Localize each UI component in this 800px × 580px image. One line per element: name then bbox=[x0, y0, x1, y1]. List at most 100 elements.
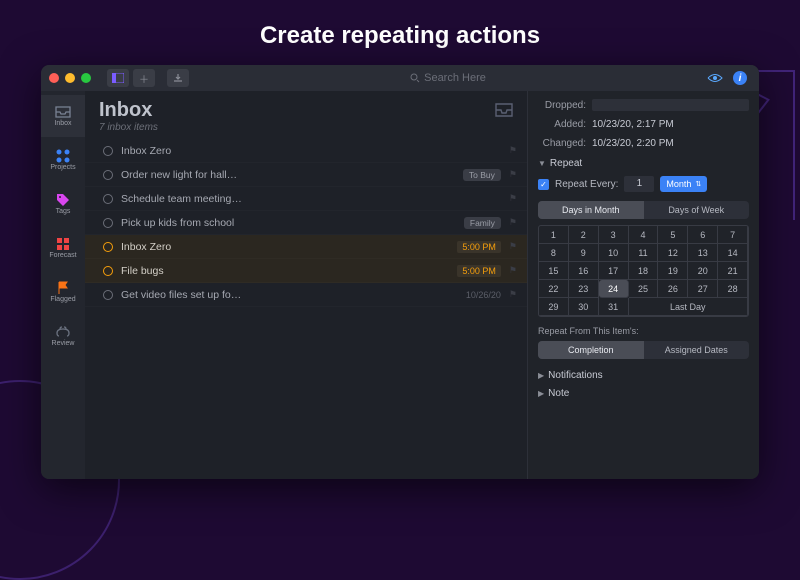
calendar-day[interactable]: 2 bbox=[569, 226, 599, 244]
chevron-updown-icon: ⇅ bbox=[695, 180, 701, 188]
calendar-day[interactable]: 25 bbox=[629, 280, 659, 298]
disclosure-triangle-icon: ▼ bbox=[538, 159, 546, 168]
task-checkbox[interactable] bbox=[103, 194, 113, 204]
calendar-day[interactable]: 7 bbox=[718, 226, 748, 244]
calendar-day[interactable]: 4 bbox=[629, 226, 659, 244]
task-row[interactable]: Schedule team meeting…⚑ bbox=[85, 187, 527, 211]
task-row[interactable]: Order new light for hall…To Buy⚑ bbox=[85, 163, 527, 187]
task-checkbox[interactable] bbox=[103, 242, 113, 252]
calendar-day[interactable]: 30 bbox=[569, 298, 599, 316]
eye-icon bbox=[707, 73, 723, 83]
task-title: Order new light for hall… bbox=[121, 169, 455, 181]
calendar-day[interactable]: 1 bbox=[539, 226, 569, 244]
view-options-button[interactable] bbox=[707, 73, 723, 83]
toolbar-quick-entry[interactable] bbox=[167, 69, 189, 87]
sidebar-item-review[interactable]: Review bbox=[41, 315, 85, 357]
calendar-day[interactable]: 6 bbox=[688, 226, 718, 244]
task-title: Inbox Zero bbox=[121, 145, 501, 157]
maximize-window[interactable] bbox=[81, 73, 91, 83]
inspector-toggle[interactable]: i bbox=[733, 71, 747, 85]
calendar-day[interactable]: 20 bbox=[688, 262, 718, 280]
calendar-day[interactable]: 12 bbox=[658, 244, 688, 262]
flag-icon[interactable]: ⚑ bbox=[509, 289, 517, 300]
calendar-day[interactable]: 17 bbox=[599, 262, 629, 280]
calendar-day[interactable]: 15 bbox=[539, 262, 569, 280]
task-row[interactable]: Pick up kids from schoolFamily⚑ bbox=[85, 211, 527, 235]
sidebar-item-inbox[interactable]: Inbox bbox=[41, 95, 85, 137]
calendar-day[interactable]: 18 bbox=[629, 262, 659, 280]
minimize-window[interactable] bbox=[65, 73, 75, 83]
calendar-day[interactable]: 26 bbox=[658, 280, 688, 298]
calendar-day[interactable]: 11 bbox=[629, 244, 659, 262]
calendar-day[interactable]: 10 bbox=[599, 244, 629, 262]
task-row[interactable]: Inbox Zero ⚑ bbox=[85, 139, 527, 163]
calendar-day[interactable]: 23 bbox=[569, 280, 599, 298]
sidebar-item-forecast[interactable]: Forecast bbox=[41, 227, 85, 269]
flag-icon[interactable]: ⚑ bbox=[509, 145, 517, 156]
notifications-section-header[interactable]: ▶ Notifications bbox=[538, 370, 749, 381]
repeat-unit-select[interactable]: Month⇅ bbox=[660, 176, 707, 192]
month-days-grid: 1234567891011121314151617181920212223242… bbox=[538, 225, 749, 317]
calendar-day[interactable]: 5 bbox=[658, 226, 688, 244]
forecast-icon bbox=[54, 237, 72, 251]
added-label: Added: bbox=[538, 119, 586, 130]
task-row[interactable]: Inbox Zero 5:00 PM ⚑ bbox=[85, 235, 527, 259]
seg-assigned-dates[interactable]: Assigned Dates bbox=[644, 341, 750, 359]
note-section-header[interactable]: ▶ Note bbox=[538, 388, 749, 399]
sidebar-item-tags[interactable]: Tags bbox=[41, 183, 85, 225]
calendar-day[interactable]: 3 bbox=[599, 226, 629, 244]
task-due: 5:00 PM bbox=[457, 241, 501, 253]
calendar-day[interactable]: 14 bbox=[718, 244, 748, 262]
toolbar-sidebar-toggle[interactable] bbox=[107, 69, 129, 87]
flag-icon[interactable]: ⚑ bbox=[509, 169, 517, 180]
calendar-day[interactable]: 13 bbox=[688, 244, 718, 262]
calendar-day[interactable]: 16 bbox=[569, 262, 599, 280]
task-row[interactable]: File bugs5:00 PM⚑ bbox=[85, 259, 527, 283]
calendar-day[interactable]: 22 bbox=[539, 280, 569, 298]
seg-days-of-week[interactable]: Days of Week bbox=[644, 201, 750, 219]
calendar-day[interactable]: 31 bbox=[599, 298, 629, 316]
seg-completion[interactable]: Completion bbox=[538, 341, 644, 359]
search-field[interactable]: Search Here bbox=[410, 72, 486, 84]
sidebar-label: Review bbox=[52, 340, 75, 347]
repeat-from-segmented: Completion Assigned Dates bbox=[538, 341, 749, 359]
page-heading: Create repeating actions bbox=[0, 22, 800, 50]
calendar-day[interactable]: 28 bbox=[718, 280, 748, 298]
task-title: Inbox Zero bbox=[121, 241, 449, 253]
calendar-day[interactable]: 9 bbox=[569, 244, 599, 262]
calendar-day[interactable]: 8 bbox=[539, 244, 569, 262]
seg-days-in-month[interactable]: Days in Month bbox=[538, 201, 644, 219]
calendar-day[interactable]: 29 bbox=[539, 298, 569, 316]
task-checkbox[interactable] bbox=[103, 266, 113, 276]
search-placeholder: Search Here bbox=[424, 72, 486, 84]
calendar-last-day[interactable]: Last Day bbox=[629, 298, 748, 316]
disclosure-triangle-icon: ▶ bbox=[538, 389, 544, 398]
calendar-day[interactable]: 27 bbox=[688, 280, 718, 298]
flag-icon[interactable]: ⚑ bbox=[509, 193, 517, 204]
flag-icon[interactable]: ⚑ bbox=[509, 265, 517, 276]
repeat-every-checkbox[interactable]: ✓ bbox=[538, 179, 549, 190]
sidebar-item-flagged[interactable]: Flagged bbox=[41, 271, 85, 313]
calendar-day[interactable]: 24 bbox=[599, 280, 629, 298]
flag-icon[interactable]: ⚑ bbox=[509, 217, 517, 228]
task-checkbox[interactable] bbox=[103, 146, 113, 156]
flag-icon[interactable]: ⚑ bbox=[509, 241, 517, 252]
changed-value: 10/23/20, 2:20 PM bbox=[592, 138, 674, 149]
added-value: 10/23/20, 2:17 PM bbox=[592, 119, 674, 130]
task-checkbox[interactable] bbox=[103, 170, 113, 180]
calendar-day[interactable]: 19 bbox=[658, 262, 688, 280]
task-checkbox[interactable] bbox=[103, 290, 113, 300]
sidebar-item-projects[interactable]: Projects bbox=[41, 139, 85, 181]
dropped-field[interactable] bbox=[592, 99, 749, 111]
sidebar-label: Projects bbox=[50, 164, 75, 171]
changed-label: Changed: bbox=[538, 138, 586, 149]
calendar-day[interactable]: 21 bbox=[718, 262, 748, 280]
toolbar-new-action[interactable]: ＋ bbox=[133, 69, 155, 87]
review-icon bbox=[54, 325, 72, 339]
search-icon bbox=[410, 73, 420, 83]
repeat-interval-input[interactable]: 1 bbox=[624, 176, 654, 192]
repeat-section-header[interactable]: ▼ Repeat bbox=[538, 158, 749, 169]
task-row[interactable]: Get video files set up fo…10/26/20⚑ bbox=[85, 283, 527, 307]
task-checkbox[interactable] bbox=[103, 218, 113, 228]
close-window[interactable] bbox=[49, 73, 59, 83]
